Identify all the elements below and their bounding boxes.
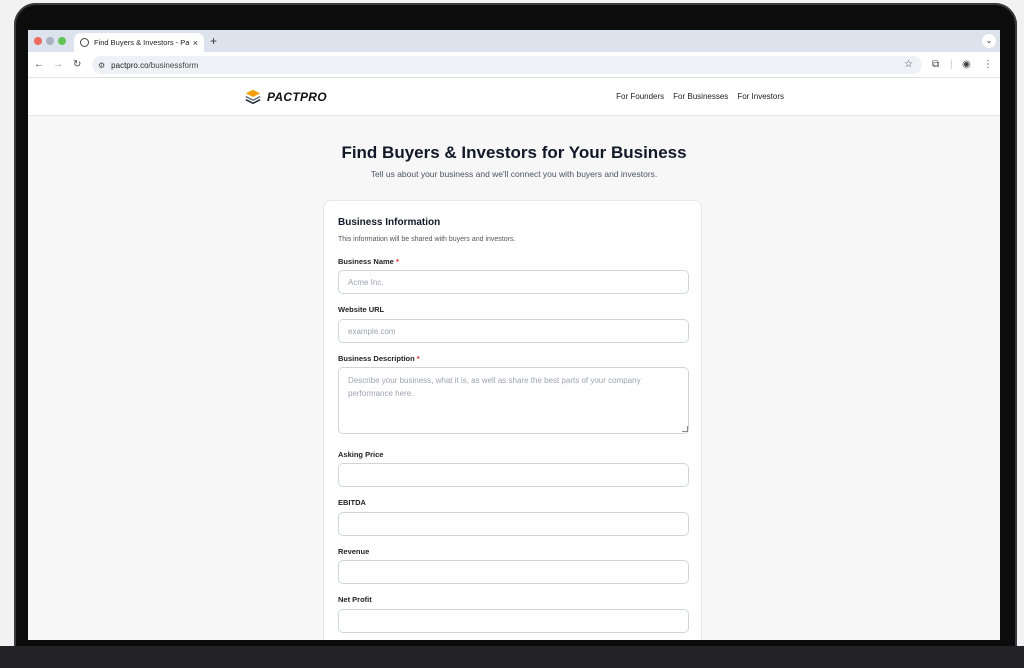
profile-icon[interactable]: ◉ (962, 59, 971, 71)
tab-title: Find Buyers & Investors - Pac (94, 38, 189, 47)
required-marker: * (416, 354, 420, 363)
required-marker: * (395, 257, 399, 266)
page-title: Find Buyers & Investors for Your Busines… (341, 143, 687, 162)
browser-tab[interactable]: Find Buyers & Investors - Pac × (74, 33, 204, 52)
screen: Find Buyers & Investors - Pac × + ⌄ ← → … (28, 30, 1000, 640)
globe-icon (80, 38, 89, 47)
maximize-window-button[interactable] (58, 37, 66, 45)
more-icon[interactable]: ⋮ (983, 59, 993, 71)
star-icon[interactable]: ☆ (904, 59, 913, 71)
business-name-label: Business Name * (338, 257, 399, 266)
toolbar-divider: | (950, 59, 953, 70)
asking-price-input[interactable] (338, 463, 689, 487)
brand-name: PACTPRO (267, 90, 327, 104)
net-profit-label: Net Profit (338, 595, 372, 604)
business-description-label-text: Business Description (338, 354, 415, 363)
logo[interactable]: PACTPRO (244, 88, 327, 106)
business-description-textarea[interactable] (338, 367, 689, 434)
minimize-window-button[interactable] (46, 37, 54, 45)
form-description: This information will be shared with buy… (338, 236, 516, 243)
site-header: PACTPRO For Founders For Businesses For … (28, 78, 1000, 116)
nav-for-investors[interactable]: For Investors (737, 92, 784, 101)
site-nav: For Founders For Businesses For Investor… (616, 92, 784, 101)
resize-handle-icon[interactable] (682, 426, 688, 432)
forward-icon[interactable]: → (53, 58, 63, 72)
nav-for-businesses[interactable]: For Businesses (673, 92, 728, 101)
reload-icon[interactable]: ↻ (73, 58, 81, 72)
ebitda-label: EBITDA (338, 498, 366, 507)
url-path: /businessform (148, 60, 199, 70)
asking-price-label: Asking Price (338, 450, 384, 459)
url-domain: pactpro.co (111, 60, 149, 70)
address-bar[interactable]: ⚙ pactpro.co/businessform (92, 56, 922, 74)
tune-icon[interactable]: ⚙ (98, 61, 105, 70)
net-profit-input[interactable] (338, 609, 689, 633)
ebitda-input[interactable] (338, 512, 689, 536)
business-name-input[interactable] (338, 270, 689, 294)
back-icon[interactable]: ← (34, 58, 44, 72)
business-form-card: Business Information This information wi… (323, 200, 702, 640)
tab-search-button[interactable]: ⌄ (982, 34, 996, 48)
browser-toolbar: ← → ↻ ⚙ pactpro.co/businessform ☆ ⧉ | ◉ … (28, 52, 1000, 78)
website-url-input[interactable] (338, 319, 689, 343)
logo-layers-icon (245, 89, 261, 105)
nav-for-founders[interactable]: For Founders (616, 92, 664, 101)
revenue-input[interactable] (338, 560, 689, 584)
close-window-button[interactable] (34, 37, 42, 45)
page-subtitle: Tell us about your business and we'll co… (370, 169, 658, 179)
extensions-icon[interactable]: ⧉ (932, 59, 939, 71)
business-description-label: Business Description * (338, 354, 420, 363)
form-title: Business Information (338, 217, 441, 228)
url-text: pactpro.co/businessform (111, 61, 198, 70)
revenue-label: Revenue (338, 547, 370, 556)
tab-close-icon[interactable]: × (193, 38, 198, 48)
business-name-label-text: Business Name (338, 257, 394, 266)
website-url-label: Website URL (338, 305, 385, 314)
browser-tab-bar: Find Buyers & Investors - Pac × + ⌄ (28, 30, 1000, 52)
new-tab-button[interactable]: + (210, 33, 217, 49)
laptop-base (0, 646, 1024, 668)
